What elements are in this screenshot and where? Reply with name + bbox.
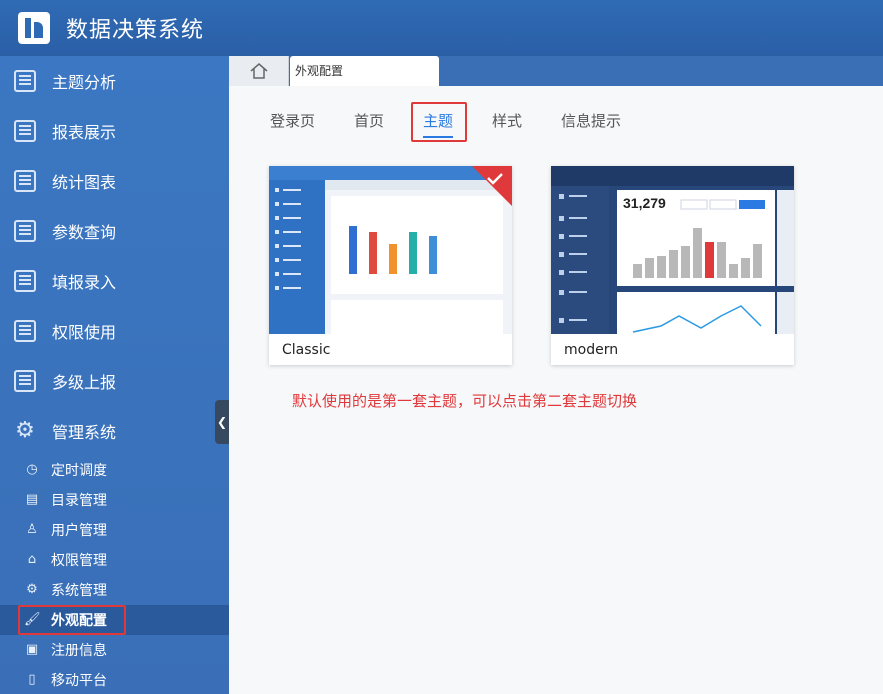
report-icon — [14, 320, 36, 342]
sidebar-subitem-label: 定时调度 — [51, 463, 107, 479]
tab-style[interactable]: 样式 — [492, 110, 522, 131]
folder-icon: ▤ — [25, 492, 39, 507]
theme-preview-modern: 31,279 — [551, 166, 794, 334]
sidebar-item-label: 管理系统 — [52, 423, 117, 442]
sidebar-item-parameter-query[interactable]: 参数查询 — [0, 206, 229, 256]
tab-login-page[interactable]: 登录页 — [270, 110, 315, 131]
chevron-left-icon: ❮ — [216, 415, 228, 429]
sidebar-item-label: 主题分析 — [52, 73, 117, 92]
sidebar-subitem-directory[interactable]: ▤ 目录管理 — [0, 485, 229, 515]
highlight-frame — [18, 605, 126, 635]
sidebar-subitem-label: 移动平台 — [51, 673, 107, 689]
report-icon — [14, 370, 36, 392]
gear-icon: ⚙ — [26, 582, 38, 597]
mobile-icon: ▯ — [28, 672, 36, 687]
sidebar-item-label: 填报录入 — [52, 273, 117, 292]
clock-icon: ◷ — [26, 462, 38, 477]
app-logo — [18, 12, 50, 44]
lock-icon: ⌂ — [27, 552, 37, 567]
report-icon — [14, 70, 36, 92]
sidebar-subitem-label: 权限管理 — [51, 553, 107, 569]
report-icon — [14, 270, 36, 292]
sidebar-subitem-mobile[interactable]: ▯ 移动平台 — [0, 665, 229, 694]
sidebar-subitem-label: 用户管理 — [51, 523, 107, 539]
sidebar-subitem-system[interactable]: ⚙ 系统管理 — [0, 575, 229, 605]
sidebar-item-label: 参数查询 — [52, 223, 117, 242]
sidebar-item-permission-use[interactable]: 权限使用 — [0, 306, 229, 356]
sidebar-subitem-label: 注册信息 — [51, 643, 107, 659]
report-icon — [14, 220, 36, 242]
hint-text: 默认使用的是第一套主题，可以点击第二套主题切换 — [292, 392, 638, 410]
sidebar-item-label: 多级上报 — [52, 373, 117, 392]
user-icon: ♙ — [26, 522, 38, 537]
sidebar-item-statistics-chart[interactable]: 统计图表 — [0, 156, 229, 206]
theme-preview-classic — [269, 166, 512, 334]
sidebar-item-report-display[interactable]: 报表展示 — [0, 106, 229, 156]
report-icon — [14, 170, 36, 192]
app-title: 数据决策系统 — [66, 18, 205, 43]
app-header: 数据决策系统 — [0, 0, 883, 56]
kpi-value: 31,279 — [623, 195, 666, 211]
sidebar-item-label: 权限使用 — [52, 323, 117, 342]
theme-name-classic: Classic — [282, 342, 331, 358]
sidebar-subitem-users[interactable]: ♙ 用户管理 — [0, 515, 229, 545]
sidebar-item-management-system[interactable]: ⚙ 管理系统 — [0, 406, 229, 456]
sidebar-subitem-label: 系统管理 — [51, 583, 107, 599]
tab-appearance-config[interactable]: 外观配置 — [290, 56, 439, 86]
sidebar-item-topic-analysis[interactable]: 主题分析 — [0, 56, 229, 106]
sidebar-item-fill-entry[interactable]: 填报录入 — [0, 256, 229, 306]
gear-icon: ⚙ — [15, 418, 35, 443]
sidebar-item-label: 统计图表 — [52, 173, 117, 192]
highlight-frame — [411, 102, 467, 142]
theme-card-modern[interactable]: 31,279 modern — [551, 166, 794, 365]
theme-name-modern: modern — [564, 342, 619, 358]
home-icon — [250, 63, 267, 79]
sidebar-subitem-schedule[interactable]: ◷ 定时调度 — [0, 455, 229, 485]
sidebar: 主题分析 报表展示 统计图表 参数查询 填报录入 权限使用 多级上报 ⚙ 管理系… — [0, 56, 229, 694]
home-tab[interactable] — [229, 56, 289, 86]
tab-strip: 外观配置 — [229, 56, 883, 86]
sidebar-item-label: 报表展示 — [52, 123, 117, 142]
main-content: 登录页 首页 主题 样式 信息提示 Classic 31,279 modern … — [229, 86, 883, 694]
sidebar-item-multilevel-report[interactable]: 多级上报 — [0, 356, 229, 406]
sidebar-subitem-permissions[interactable]: ⌂ 权限管理 — [0, 545, 229, 575]
report-icon — [14, 120, 36, 142]
sidebar-collapse-button[interactable]: ❮ — [215, 400, 229, 444]
theme-card-classic[interactable]: Classic — [269, 166, 512, 365]
document-icon: ▣ — [25, 642, 39, 657]
sidebar-subitem-registration[interactable]: ▣ 注册信息 — [0, 635, 229, 665]
tab-homepage[interactable]: 首页 — [354, 110, 384, 131]
tab-notification[interactable]: 信息提示 — [561, 110, 621, 131]
sidebar-subitem-label: 目录管理 — [51, 493, 107, 509]
